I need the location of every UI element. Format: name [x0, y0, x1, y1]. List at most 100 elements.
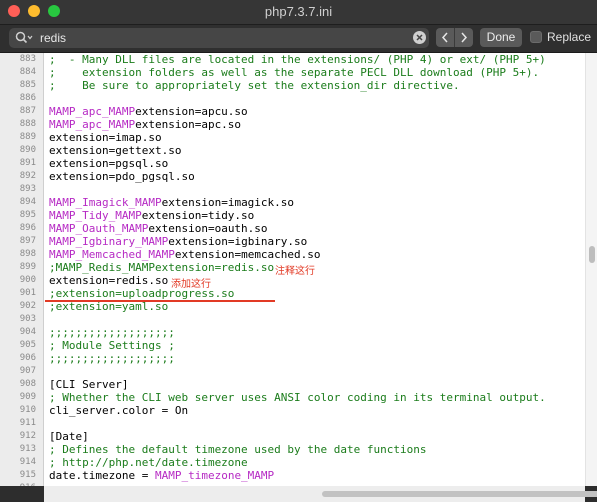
- code-text: extension=apc.so: [135, 118, 242, 131]
- code-line: MAMP_apc_MAMPextension=apc.so: [49, 118, 241, 131]
- code-text: extension=gettext.so: [49, 144, 182, 157]
- comment-text: ; Whether the CLI web server uses ANSI c…: [49, 391, 546, 404]
- macro-placeholder-text: MAMP_apc_MAMP: [49, 118, 136, 131]
- line-number: 908: [19, 379, 36, 389]
- line-number: 907: [19, 366, 36, 376]
- code-line: date.timezone = MAMP_timezone_MAMP: [49, 469, 274, 482]
- comment-text: ; - Many DLL files are located in the ex…: [49, 53, 546, 66]
- code-line: ; Whether the CLI web server uses ANSI c…: [49, 391, 546, 404]
- line-number-gutter: 883 884 885 886 887 888 889 890 891 892 893 894 895 8…: [0, 53, 44, 493]
- find-navigation: [436, 28, 473, 47]
- code-line: ; Defines the default timezone used by t…: [49, 443, 427, 456]
- code-text: extension=pgsql.so: [49, 157, 169, 170]
- code-line: ; Module Settings ;: [49, 339, 175, 352]
- clear-search-icon[interactable]: [413, 31, 426, 44]
- macro-placeholder-text: MAMP_apc_MAMP: [49, 105, 136, 118]
- replace-checkbox[interactable]: [530, 31, 542, 43]
- line-number: 912: [19, 431, 36, 441]
- comment-text: ; Module Settings ;: [49, 339, 175, 352]
- line-number: 915: [19, 470, 36, 480]
- find-next-button[interactable]: [455, 28, 473, 47]
- line-number: 902: [19, 301, 36, 311]
- code-line: [CLI Server]: [49, 378, 128, 391]
- line-number: 888: [19, 119, 36, 129]
- code-line: MAMP_apc_MAMPextension=apcu.so: [49, 105, 248, 118]
- find-bar: Done Replace: [0, 25, 597, 53]
- code-text: extension=oauth.so: [148, 222, 268, 235]
- line-number: 884: [19, 67, 36, 77]
- vertical-scroll-thumb[interactable]: [589, 246, 595, 263]
- code-text: extension=redis.so: [49, 274, 169, 287]
- code-text: extension=imap.so: [49, 131, 162, 144]
- line-number: 891: [19, 158, 36, 168]
- line-number: 889: [19, 132, 36, 142]
- code-text: extension=tidy.so: [141, 209, 255, 222]
- code-line: extension=pdo_pgsql.so: [49, 170, 195, 183]
- code-text: cli_server.color = On: [49, 404, 189, 417]
- code-line: ;;;;;;;;;;;;;;;;;;;: [49, 326, 175, 339]
- title-bar: php7.3.7.ini: [0, 0, 597, 25]
- code-text: [CLI Server]: [49, 378, 129, 391]
- search-input[interactable]: [40, 30, 410, 46]
- macro-placeholder-text: MAMP_Imagick_MAMP: [49, 196, 162, 209]
- code-line: MAMP_Igbinary_MAMPextension=igbinary.so: [49, 235, 307, 248]
- line-number: 909: [19, 392, 36, 402]
- code-line: [Date]: [49, 430, 89, 443]
- code-line: extension=gettext.so: [49, 144, 181, 157]
- code-line: extension=redis.so: [49, 274, 168, 287]
- line-number: 886: [19, 93, 36, 103]
- find-previous-button[interactable]: [436, 28, 455, 47]
- line-number: 903: [19, 314, 36, 324]
- code-line: ; Be sure to appropriately set the exten…: [49, 79, 460, 92]
- editor-window: php7.3.7.ini redis Done Replace 883 884 …: [0, 0, 597, 502]
- code-text-area[interactable]: 注释这行 添加这行 ; - Many DLL files are located…: [44, 53, 585, 486]
- code-line: cli_server.color = On: [49, 404, 188, 417]
- macro-placeholder-text: MAMP_Igbinary_MAMP: [49, 235, 169, 248]
- macro-placeholder-text: MAMP_Memcached_MAMP: [49, 248, 175, 261]
- code-text: extension=imagick.so: [161, 196, 295, 209]
- code-line: ; http://php.net/date.timezone: [49, 456, 248, 469]
- line-number: 904: [19, 327, 36, 337]
- macro-placeholder-text: MAMP_timezone_MAMP: [154, 469, 275, 482]
- done-button[interactable]: Done: [480, 28, 522, 47]
- code-line: MAMP_Tidy_MAMPextension=tidy.so: [49, 209, 254, 222]
- code-text: date.timezone =: [49, 469, 155, 482]
- code-text: extension=pdo_pgsql.so: [49, 170, 195, 183]
- search-icon: [15, 31, 33, 44]
- line-number: 901: [19, 288, 36, 298]
- search-field[interactable]: [9, 28, 429, 48]
- line-number: 890: [19, 145, 36, 155]
- line-number: 883: [19, 54, 36, 64]
- code-text: [Date]: [49, 430, 89, 443]
- horizontal-scrollbar-area: [0, 486, 597, 502]
- vertical-scrollbar[interactable]: [585, 53, 597, 486]
- code-line: ; extension folders as well as the separ…: [49, 66, 539, 79]
- line-number: 911: [19, 418, 36, 428]
- line-number: 887: [19, 106, 36, 116]
- code-line: ;MAMP_Redis_MAMPextension=redis.so: [49, 261, 274, 274]
- line-number: 905: [19, 340, 36, 350]
- line-number: 914: [19, 457, 36, 467]
- editor-pane: 883 884 885 886 887 888 889 890 891 892 893 894 895 8…: [0, 53, 597, 502]
- comment-text: ;;;;;;;;;;;;;;;;;;;: [49, 326, 175, 339]
- replace-label: Replace: [547, 30, 592, 44]
- line-number: 900: [19, 275, 36, 285]
- code-line: MAMP_Memcached_MAMPextension=memcached.s…: [49, 248, 321, 261]
- code-line: ;extension=yaml.so: [49, 300, 168, 313]
- chevron-right-icon: [461, 32, 468, 43]
- line-number: 899: [19, 262, 36, 272]
- comment-text: ; Defines the default timezone used by t…: [49, 443, 427, 456]
- comment-text: ; http://php.net/date.timezone: [49, 456, 248, 469]
- annotation-comment-out: 注释这行: [275, 266, 315, 277]
- horizontal-scroll-thumb[interactable]: [322, 491, 597, 497]
- line-number: 913: [19, 444, 36, 454]
- code-line: ; - Many DLL files are located in the ex…: [49, 53, 546, 66]
- code-line: ;;;;;;;;;;;;;;;;;;;: [49, 352, 175, 365]
- horizontal-scrollbar[interactable]: [44, 486, 597, 502]
- line-number: 894: [19, 197, 36, 207]
- line-number: 885: [19, 80, 36, 90]
- line-number: 893: [19, 184, 36, 194]
- code-line: MAMP_Imagick_MAMPextension=imagick.so: [49, 196, 294, 209]
- macro-placeholder-text: MAMP_Oauth_MAMP: [49, 222, 149, 235]
- line-number: 896: [19, 223, 36, 233]
